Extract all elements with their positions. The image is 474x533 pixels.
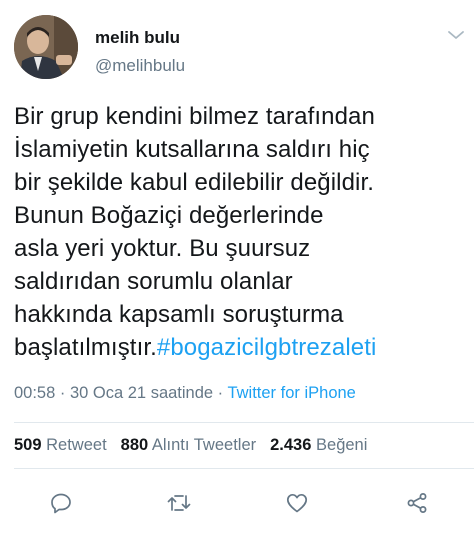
tweet-line: Bir grup kendini bilmez tarafından [14, 103, 375, 130]
tweet-line: İslamiyetin kutsallarına saldırı hiç [14, 136, 370, 163]
divider [14, 468, 474, 469]
avatar[interactable] [14, 15, 78, 79]
tweet-line: bir şekilde kabul edilebilir değildir. [14, 169, 374, 196]
tweet-line: asla yeri yoktur. Bu şuursuz [14, 235, 311, 262]
user-name[interactable]: melih bulu [95, 28, 180, 48]
quotes-count: 880 [120, 436, 149, 454]
meta-separator: · [55, 384, 70, 402]
reply-button[interactable] [46, 488, 76, 518]
tweet-last-line: başlatılmıştır.#bogazicilgbtrezaleti [14, 331, 464, 364]
likes-count: 2.436 [270, 436, 312, 454]
tweet-line-text: başlatılmıştır. [14, 334, 157, 361]
tweet-line: hakkında kapsamlı soruşturma [14, 301, 344, 328]
likes-stat[interactable]: 2.436 Beğeni [270, 436, 367, 454]
retweets-stat[interactable]: 509 Retweet [14, 436, 107, 454]
tweet-meta: 00:58 · 30 Oca 21 saatinde · Twitter for… [14, 384, 356, 403]
tweet-line: saldırıdan sorumlu olanlar [14, 268, 293, 295]
tweet-date: 30 Oca 21 saatinde [69, 384, 214, 402]
retweets-label: Retweet [46, 436, 107, 454]
quotes-label: Alıntı Tweetler [151, 436, 257, 454]
quotes-stat[interactable]: 880 Alıntı Tweetler [121, 436, 256, 454]
like-button[interactable] [282, 488, 312, 518]
share-icon [407, 493, 427, 513]
user-handle[interactable]: @melihbulu [95, 56, 185, 76]
meta-separator: · [213, 384, 228, 402]
heart-icon [286, 493, 308, 513]
tweet-source-link[interactable]: Twitter for iPhone [227, 384, 355, 402]
tweet-header: melih bulu @melihbulu [0, 0, 474, 96]
tweet-text: Bir grup kendini bilmez tarafından İslam… [14, 100, 464, 364]
tweet-time: 00:58 [14, 384, 56, 402]
tweet-line: Bunun Boğaziçi değerlerinde [14, 202, 324, 229]
tweet-stats: 509 Retweet 880 Alıntı Tweetler 2.436 Beğe… [14, 436, 367, 455]
retweets-count: 509 [14, 436, 42, 454]
chevron-down-icon[interactable] [446, 28, 466, 42]
divider [14, 422, 474, 423]
retweet-button[interactable] [164, 488, 194, 518]
share-button[interactable] [402, 488, 432, 518]
retweet-icon [167, 495, 191, 511]
likes-label: Beğeni [316, 436, 368, 454]
hashtag-link[interactable]: #bogazicilgbtrezaleti [157, 334, 377, 361]
reply-icon [51, 493, 71, 514]
